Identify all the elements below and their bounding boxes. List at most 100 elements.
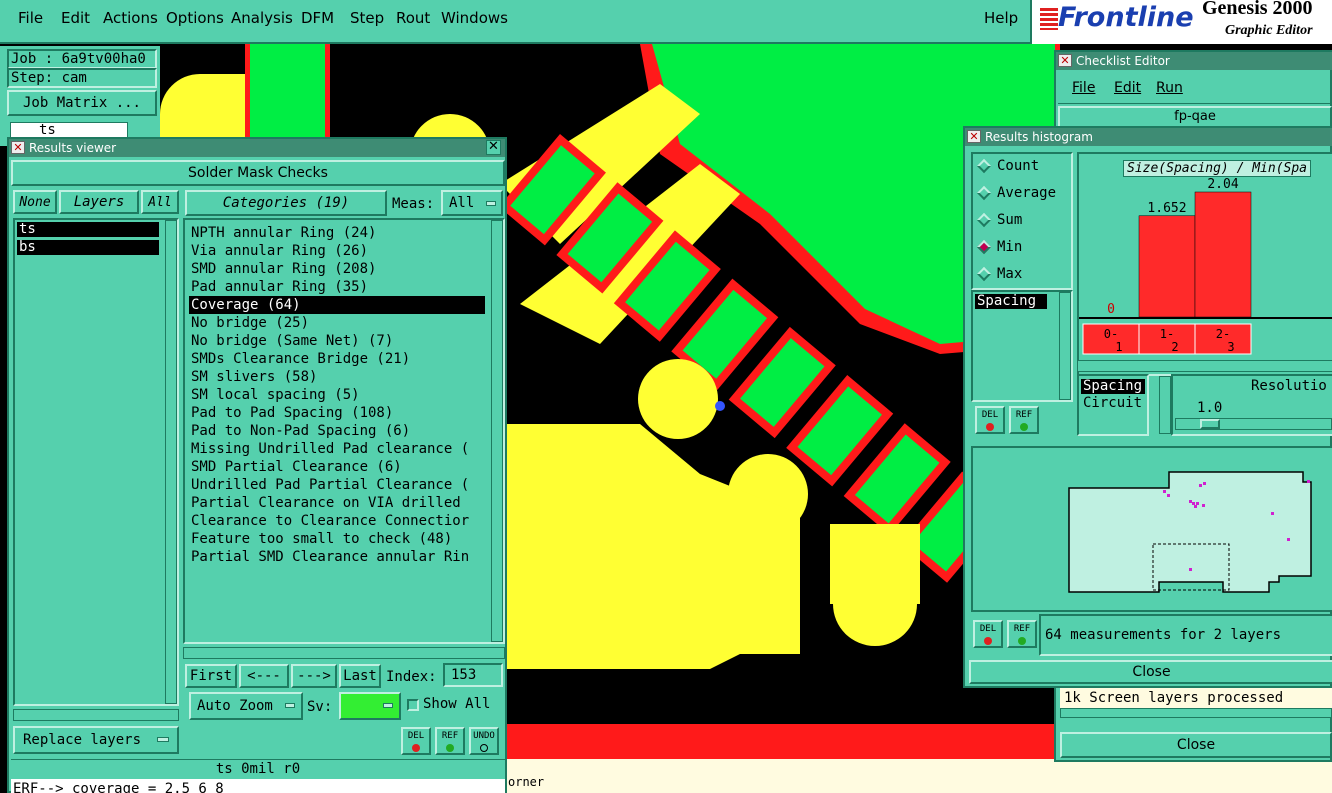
layer-item-bs[interactable]: bs: [17, 240, 159, 255]
checklist-menu-run[interactable]: Run: [1156, 80, 1183, 96]
category-item[interactable]: NPTH annular Ring (24): [189, 224, 485, 242]
replace-layers-button[interactable]: Replace layers: [13, 726, 179, 754]
green-dot-icon: [1018, 637, 1026, 645]
window-menu-icon[interactable]: ✕: [1058, 54, 1072, 67]
resolution-slider[interactable]: [1175, 418, 1332, 430]
type-item-spacing[interactable]: Spacing: [1081, 379, 1145, 394]
checklist-log: 1k Screen layers processed: [1060, 688, 1332, 708]
hist-del-button[interactable]: DEL: [975, 406, 1005, 434]
category-item[interactable]: Pad to Non-Pad Spacing (6): [189, 422, 485, 440]
ref-button[interactable]: REF: [435, 727, 465, 755]
category-item[interactable]: No bridge (Same Net) (7): [189, 332, 485, 350]
category-item[interactable]: Coverage (64): [189, 296, 485, 314]
checklist-menu-file[interactable]: File: [1072, 80, 1095, 96]
menu-file[interactable]: File: [18, 9, 43, 27]
next-button[interactable]: --->: [291, 664, 337, 688]
layers-label: Layers: [59, 190, 139, 214]
category-item[interactable]: Missing Undrilled Pad clearance (: [189, 440, 485, 458]
menu-analysis[interactable]: Analysis: [231, 9, 293, 27]
window-menu-icon[interactable]: ✕: [967, 130, 981, 143]
slider-thumb[interactable]: [1200, 419, 1220, 429]
category-label: 0-: [1104, 327, 1118, 341]
meas-label: Meas:: [392, 196, 435, 212]
map-ref-button[interactable]: REF: [1007, 620, 1037, 648]
checklist-log-scrollbar[interactable]: [1060, 708, 1332, 718]
category-item[interactable]: Undrilled Pad Partial Clearance (: [189, 476, 485, 494]
category-item[interactable]: Partial Clearance on VIA drilled: [189, 494, 485, 512]
window-menu-icon[interactable]: ✕: [11, 141, 25, 154]
histogram-plot: 0 0-1 1.652 1-2 2.04 2-3: [1079, 177, 1332, 355]
last-button[interactable]: Last: [339, 664, 381, 688]
measure-list[interactable]: Spacing: [971, 290, 1073, 402]
menu-windows[interactable]: Windows: [441, 9, 508, 27]
type-item-circuit[interactable]: Circuit: [1081, 396, 1145, 411]
mode-max[interactable]: Max: [976, 266, 1022, 282]
results-viewer-titlebar: ✕ Results viewer ✕: [9, 139, 505, 157]
category-item[interactable]: SMD Partial Clearance (6): [189, 458, 485, 476]
close-icon[interactable]: ✕: [486, 140, 501, 155]
category-item[interactable]: Pad to Pad Spacing (108): [189, 404, 485, 422]
type-list[interactable]: Spacing Circuit: [1077, 374, 1149, 436]
menu-rout[interactable]: Rout: [396, 9, 430, 27]
measure-list-scrollbar[interactable]: [1059, 292, 1071, 400]
category-item[interactable]: SMDs Clearance Bridge (21): [189, 350, 485, 368]
mode-count[interactable]: Count: [976, 158, 1039, 174]
type-scrollbar[interactable]: [1159, 376, 1171, 434]
auto-zoom-button[interactable]: Auto Zoom: [189, 692, 303, 720]
sv-label: Sv:: [307, 699, 333, 715]
checklist-close-button[interactable]: Close: [1060, 732, 1332, 758]
category-item[interactable]: Feature too small to check (48): [189, 530, 485, 548]
prev-button[interactable]: <---: [239, 664, 289, 688]
categories-hscrollbar[interactable]: [183, 647, 505, 659]
layer-item-ts[interactable]: ts: [17, 222, 159, 237]
category-item[interactable]: SM slivers (58): [189, 368, 485, 386]
category-item[interactable]: SM local spacing (5): [189, 386, 485, 404]
menu-edit[interactable]: Edit: [61, 9, 90, 27]
category-item[interactable]: No bridge (25): [189, 314, 485, 332]
measure-item-spacing[interactable]: Spacing: [975, 294, 1047, 309]
categories-button[interactable]: Categories (19): [185, 190, 387, 216]
first-button[interactable]: First: [185, 664, 237, 688]
step-field: Step: cam: [7, 68, 157, 88]
category-item[interactable]: Clearance to Clearance Connectior: [189, 512, 485, 530]
sv-color-select[interactable]: [339, 692, 401, 720]
menu-help[interactable]: Help: [984, 9, 1018, 27]
checklist-menu-edit[interactable]: Edit: [1114, 80, 1141, 96]
menu-dfm[interactable]: DFM: [301, 9, 334, 27]
hist-ref-button[interactable]: REF: [1009, 406, 1039, 434]
histogram-close-button[interactable]: Close: [969, 660, 1332, 684]
histogram-chart: Size(Spacing) / Min(Spa 0 0- 1 1.652 1- 2 2.04…: [1077, 152, 1332, 376]
show-all-checkbox[interactable]: [407, 699, 419, 711]
bar-value-label: 1.652: [1147, 201, 1186, 216]
undo-button[interactable]: UNDO: [469, 727, 499, 755]
category-item[interactable]: Via annular Ring (26): [189, 242, 485, 260]
categories-scrollbar[interactable]: [491, 220, 503, 642]
mode-sum[interactable]: Sum: [976, 212, 1022, 228]
layers-list[interactable]: ts bs: [13, 218, 179, 706]
layer-stub[interactable]: ts: [10, 122, 128, 138]
menu-options[interactable]: Options: [166, 9, 224, 27]
mode-min[interactable]: Min: [976, 239, 1022, 255]
categories-list[interactable]: NPTH annular Ring (24) Via annular Ring (…: [183, 218, 505, 644]
category-item[interactable]: SMD annular Ring (208): [189, 260, 485, 278]
category-label: 2: [1171, 340, 1178, 354]
del-button[interactable]: DEL: [401, 727, 431, 755]
radio-selected-icon: [976, 239, 992, 255]
histogram-hscrollbar[interactable]: [1077, 360, 1332, 372]
map-del-button[interactable]: DEL: [973, 620, 1003, 648]
histogram-bar[interactable]: [1194, 191, 1252, 318]
layers-scrollbar[interactable]: [165, 220, 177, 704]
layers-all-button[interactable]: All: [141, 190, 179, 214]
menu-step[interactable]: Step: [350, 9, 384, 27]
index-input[interactable]: 153: [443, 663, 503, 687]
histogram-bar[interactable]: [1138, 215, 1196, 318]
board-minimap[interactable]: [971, 446, 1332, 612]
job-matrix-button[interactable]: Job Matrix ...: [7, 90, 157, 116]
meas-select[interactable]: All: [441, 190, 503, 216]
category-item[interactable]: Pad annular Ring (35): [189, 278, 485, 296]
layers-hscrollbar[interactable]: [13, 709, 179, 721]
layers-none-button[interactable]: None: [13, 190, 57, 214]
category-item[interactable]: Partial SMD Clearance annular Rin: [189, 548, 485, 566]
mode-average[interactable]: Average: [976, 185, 1056, 201]
menu-actions[interactable]: Actions: [103, 9, 158, 27]
